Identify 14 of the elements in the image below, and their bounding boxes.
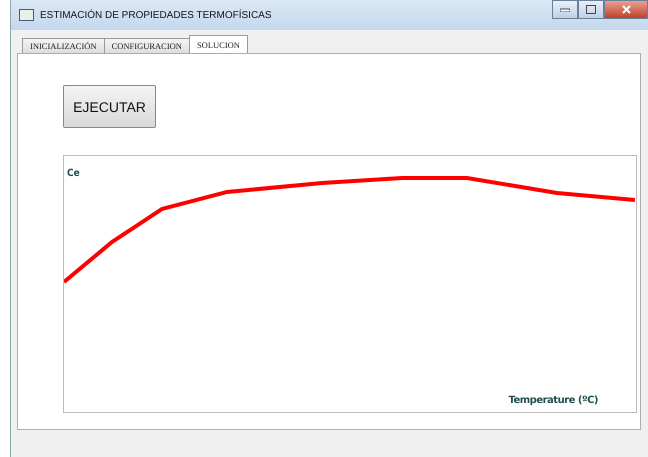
tab[interactable]: CONFIGURACION <box>104 38 190 53</box>
close-button[interactable] <box>604 0 648 19</box>
maximize-icon <box>586 5 596 14</box>
x-axis-label: Temperature (ºC) <box>508 395 598 406</box>
tab[interactable]: SOLUCION <box>188 35 248 53</box>
app-icon <box>19 9 34 21</box>
window-title: ESTIMACIÓN DE PROPIEDADES TERMOFÍSICAS <box>40 10 273 20</box>
minimize-icon <box>560 8 570 12</box>
y-axis-label: Ce <box>67 168 80 179</box>
close-icon <box>622 5 630 14</box>
maximize-button[interactable] <box>578 0 604 19</box>
tab[interactable]: INICIALIZACIÓN <box>22 38 105 53</box>
run-button[interactable]: EJECUTAR <box>63 85 156 128</box>
minimize-button[interactable] <box>552 0 578 19</box>
